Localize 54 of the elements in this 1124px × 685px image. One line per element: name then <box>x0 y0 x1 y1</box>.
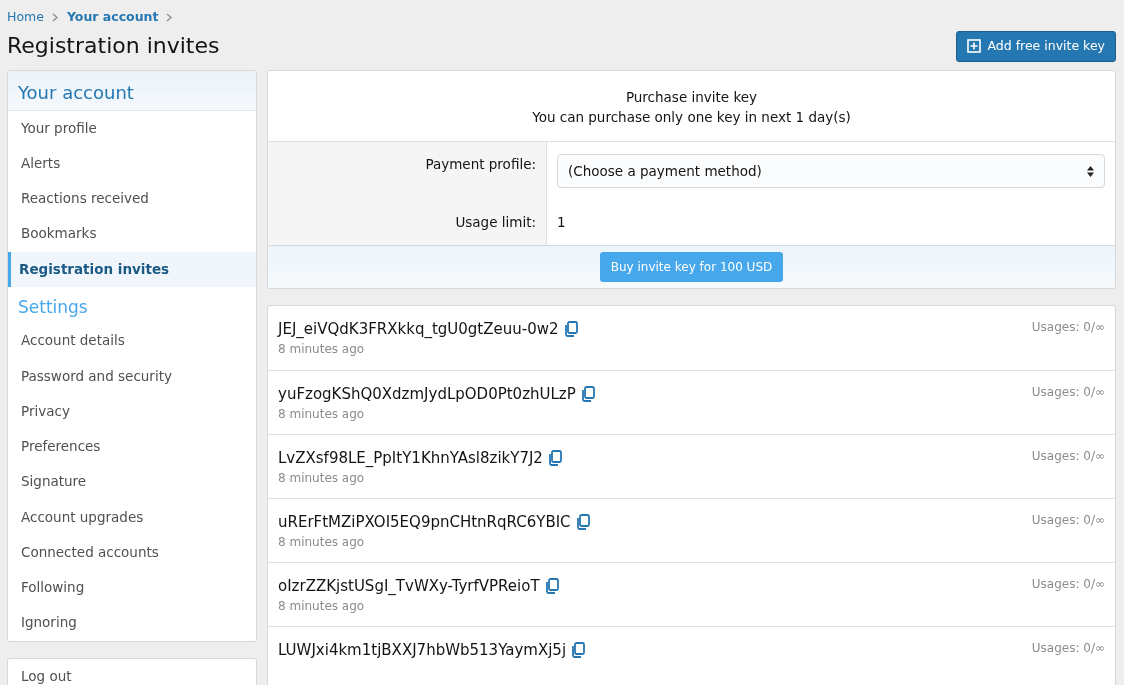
copy-icon[interactable] <box>547 449 562 466</box>
copy-icon[interactable] <box>571 641 586 658</box>
key-timestamp: 8 minutes ago <box>278 341 366 358</box>
usage-count: Usages: 0/∞ <box>1031 383 1105 401</box>
invite-key: LUWJxi4km1tjBXXJ7hbWb513YaymXj5j <box>278 638 567 661</box>
usage-count: Usages: 0/∞ <box>1031 447 1105 465</box>
copy-icon[interactable] <box>544 577 559 594</box>
copy-icon[interactable] <box>575 513 590 530</box>
chevron-icon <box>166 12 174 22</box>
sidebar-item[interactable]: Ignoring <box>8 605 256 641</box>
field-label: Usage limit: <box>268 200 547 245</box>
sidebar-item[interactable]: Alerts <box>8 145 256 181</box>
sidebar-item[interactable]: Account details <box>8 323 256 359</box>
breadcrumb-link[interactable]: Your account <box>66 8 159 27</box>
sidebar-item[interactable]: Bookmarks <box>8 216 256 252</box>
field-value: 1 <box>557 214 566 231</box>
usage-count: Usages: 0/∞ <box>1031 575 1105 593</box>
invite-key: oIzrZZKjstUSgI_TvWXy-TyrfVPReioT <box>278 574 540 597</box>
invite-key: uRErFtMZiPXOI5EQ9pnCHtnRqRC6YBIC <box>278 510 571 533</box>
key-timestamp: 8 minutes ago <box>278 406 366 423</box>
sidebar-item[interactable]: Signature <box>8 464 256 500</box>
sidebar-item[interactable]: Following <box>8 570 256 606</box>
usage-count: Usages: 0/∞ <box>1031 639 1105 657</box>
sidebar-heading: Settings <box>17 295 89 319</box>
payment-select[interactable]: (Choose a payment method) <box>557 154 1105 189</box>
usage-count: Usages: 0/∞ <box>1031 318 1105 336</box>
key-timestamp: 8 minutes ago <box>278 534 366 551</box>
sidebar-item[interactable]: Privacy <box>8 393 256 429</box>
usage-count: Usages: 0/∞ <box>1031 511 1105 529</box>
page-title: Registration invites <box>7 32 220 60</box>
chevron-icon <box>51 12 59 22</box>
key-timestamp: 8 minutes ago <box>278 598 366 615</box>
sidebar-heading: Your account <box>8 70 256 111</box>
purchase-title: Purchase invite key <box>624 87 759 107</box>
purchase-note: You can purchase only one key in next 1 day(s) <box>531 107 852 127</box>
copy-icon[interactable] <box>580 385 595 402</box>
sidebar-item[interactable]: Your profile <box>8 110 256 146</box>
breadcrumb-link[interactable]: Home <box>7 8 44 27</box>
sidebar-item[interactable]: Log out <box>8 658 256 685</box>
sidebar-item[interactable]: Reactions received <box>8 181 256 217</box>
sidebar-item[interactable]: Connected accounts <box>8 534 256 570</box>
key-timestamp: 8 minutes ago <box>278 470 366 487</box>
sidebar-item[interactable]: Account upgrades <box>8 499 256 535</box>
sort-caret-icon <box>1087 165 1094 177</box>
field-label: Payment profile: <box>268 142 547 201</box>
invite-key: yuFzogKShQ0XdzmJydLpOD0Pt0zhULzP <box>278 382 576 405</box>
add-invite-key-button[interactable]: Add free invite key <box>956 30 1116 62</box>
invite-key: JEJ_eiVQdK3FRXkkq_tgU0gtZeuu-0w2 <box>278 317 559 340</box>
sidebar-item[interactable]: Registration invites <box>8 251 256 287</box>
plus-square-icon <box>967 39 982 54</box>
sidebar-item[interactable]: Password and security <box>8 358 256 394</box>
sidebar-item[interactable]: Preferences <box>8 429 256 465</box>
invite-key: LvZXsf98LE_PpItY1KhnYAsl8zikY7J2 <box>278 446 543 469</box>
copy-icon[interactable] <box>563 320 578 337</box>
